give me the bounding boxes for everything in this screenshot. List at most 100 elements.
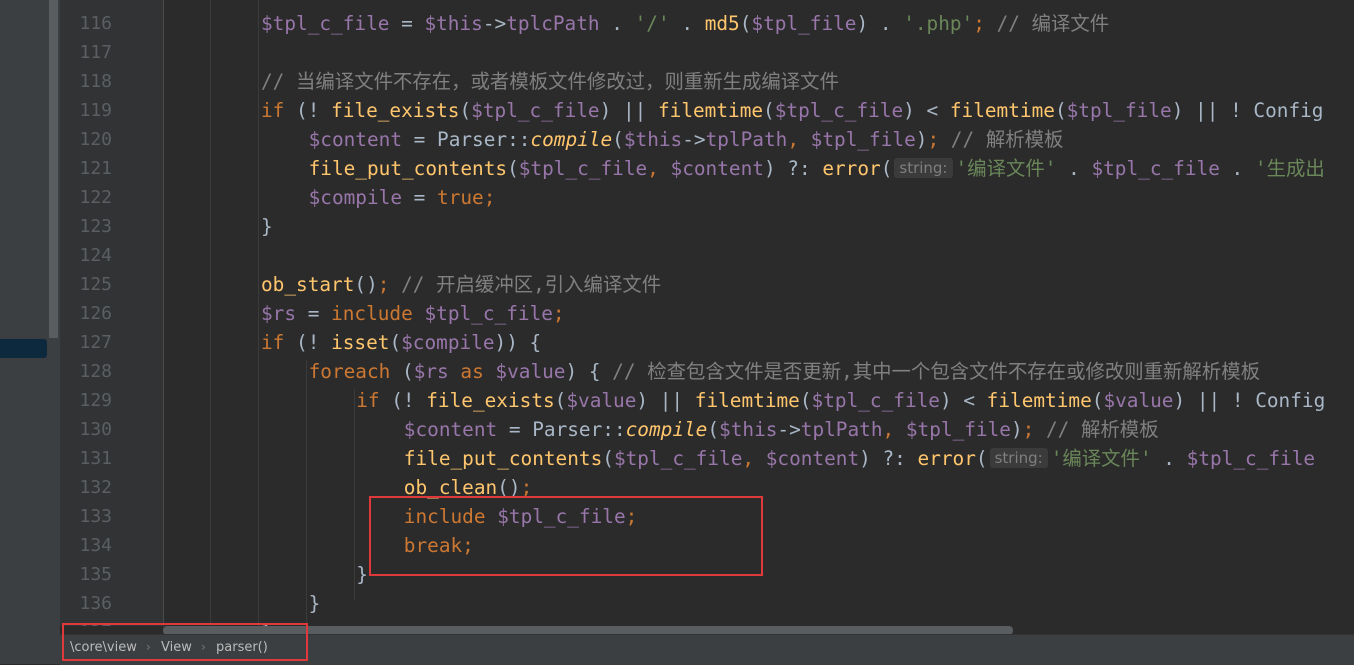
code-line[interactable]: 120 $content = Parser::compile($this->tpl… (0, 125, 1354, 154)
code-token: $this (719, 418, 778, 441)
code-text: foreach ($rs as $value) { // 检查包含文件是否更新,… (309, 357, 1260, 386)
code-token: // 解析模板 (1046, 418, 1159, 441)
code-line[interactable]: 116 $tpl_c_file = $this->tplcPath . '/' .… (0, 9, 1354, 38)
code-token: '生成出 (1254, 157, 1325, 180)
code-token: $tpl_c_file (1186, 447, 1316, 470)
line-number: 117 (79, 42, 112, 63)
line-number: 116 (79, 13, 112, 34)
code-token: = (389, 12, 425, 35)
code-token: ) . (856, 12, 904, 35)
line-number: 129 (79, 390, 112, 411)
code-token: '编译文件' (1050, 447, 1152, 470)
code-line[interactable]: 119 if (! file_exists($tpl_c_file) || fil… (0, 96, 1354, 125)
code-text: $compile = true; (309, 183, 496, 212)
code-token: ( (459, 99, 472, 122)
code-token: ( (1054, 99, 1067, 122)
code-token: ob_start (261, 273, 355, 296)
code-token: $tpl_c_file (518, 157, 648, 180)
code-line[interactable]: 130 $content = Parser::compile($this->tpl… (0, 415, 1354, 444)
code-line[interactable]: 128 foreach ($rs as $value) { // 检查包含文件是否… (0, 357, 1354, 386)
code-token: $tpl_file (810, 128, 916, 151)
code-token: (! (284, 99, 332, 122)
code-line[interactable]: 136} (0, 589, 1354, 618)
code-token: $this (424, 12, 483, 35)
code-token: , (787, 128, 811, 151)
code-token: ) (915, 128, 928, 151)
code-token: filemtime (949, 99, 1055, 122)
line-number: 134 (79, 535, 112, 556)
code-token: $tpl_file (751, 12, 857, 35)
line-number: 130 (79, 419, 112, 440)
code-line[interactable]: 122 $compile = true; (0, 183, 1354, 212)
code-token: . (1056, 157, 1092, 180)
code-text: } (261, 212, 273, 241)
code-line[interactable]: 118 // 当编译文件不存在，或者模板文件修改过，则重新生成编译文件 (0, 67, 1354, 96)
parameter-hint: string: (894, 158, 953, 178)
code-token: ; (927, 128, 951, 151)
code-token: ( (799, 389, 812, 412)
code-token: -> (682, 128, 706, 151)
code-token: ; (973, 12, 997, 35)
code-token: ( (707, 418, 720, 441)
code-token: ) < (903, 99, 950, 122)
code-line[interactable]: 117 (0, 38, 1354, 67)
line-number: 118 (79, 71, 112, 92)
code-token: tplcPath (506, 12, 600, 35)
code-token: $content (308, 128, 402, 151)
code-token: $tpl_c_file (471, 99, 600, 122)
code-token: ) { (565, 360, 613, 383)
code-token: $value (1103, 389, 1174, 412)
code-token: $tpl_c_file (613, 447, 743, 470)
highlight-box-include-break (369, 496, 763, 576)
code-line[interactable]: 126 $rs = include $tpl_c_file; (0, 299, 1354, 328)
code-token: )) { (494, 331, 542, 354)
code-text: if (! file_exists($value) || filemtime($… (356, 386, 1325, 415)
code-token: ) || ! Config (1173, 389, 1326, 412)
code-line[interactable]: 131 file_put_contents($tpl_c_file, $conte… (0, 444, 1354, 473)
code-token: $tpl_c_file (261, 12, 390, 35)
code-token: true (437, 186, 484, 209)
code-token: . (1151, 447, 1187, 470)
code-token: // 编译文件 (996, 12, 1110, 35)
code-token: ( (975, 447, 988, 470)
code-token: filemtime (694, 389, 800, 412)
code-token: if (261, 99, 285, 122)
code-token: . (1219, 157, 1255, 180)
code-token: } (356, 563, 368, 586)
code-line[interactable]: 121 file_put_contents($tpl_c_file, $conte… (0, 154, 1354, 183)
code-token: $value (495, 360, 566, 383)
line-number: 126 (79, 303, 112, 324)
code-token: ) || (636, 389, 695, 412)
code-text: if (! isset($compile)) { (261, 328, 541, 357)
code-text: ob_start(); // 开启缓冲区,引入编译文件 (261, 270, 661, 299)
code-token: $content (403, 418, 498, 441)
code-token: $value (566, 389, 637, 412)
code-token: ( (390, 360, 414, 383)
code-text: } (309, 589, 321, 618)
code-token: } (261, 215, 273, 238)
line-number: 128 (79, 361, 112, 382)
code-token: ) < (939, 389, 987, 412)
code-text: file_put_contents($tpl_c_file, $content)… (404, 444, 1315, 473)
code-token: // 开启缓冲区,引入编译文件 (401, 273, 662, 296)
line-number: 121 (79, 158, 112, 179)
line-number: 122 (79, 187, 112, 208)
code-token: $content (765, 447, 860, 470)
code-line[interactable]: 123} (0, 212, 1354, 241)
code-token: tplPath (705, 128, 788, 151)
code-token: ) ?: (763, 157, 823, 180)
parameter-hint: string: (989, 448, 1048, 468)
code-token: . (669, 12, 705, 35)
code-line[interactable]: 127 if (! isset($compile)) { (0, 328, 1354, 357)
code-token: tplPath (800, 418, 883, 441)
code-token: -> (482, 12, 507, 35)
code-line[interactable]: 129 if (! file_exists($value) || filemtim… (0, 386, 1354, 415)
code-line[interactable]: 124 (0, 241, 1354, 270)
code-token: $content (670, 157, 764, 180)
code-token: $rs (261, 302, 297, 325)
code-token: compile (530, 128, 613, 151)
code-token: filemtime (986, 389, 1092, 412)
code-line[interactable]: 125 ob_start(); // 开启缓冲区,引入编译文件 (0, 270, 1354, 299)
code-text: if (! file_exists($tpl_c_file) || filemt… (261, 96, 1323, 125)
